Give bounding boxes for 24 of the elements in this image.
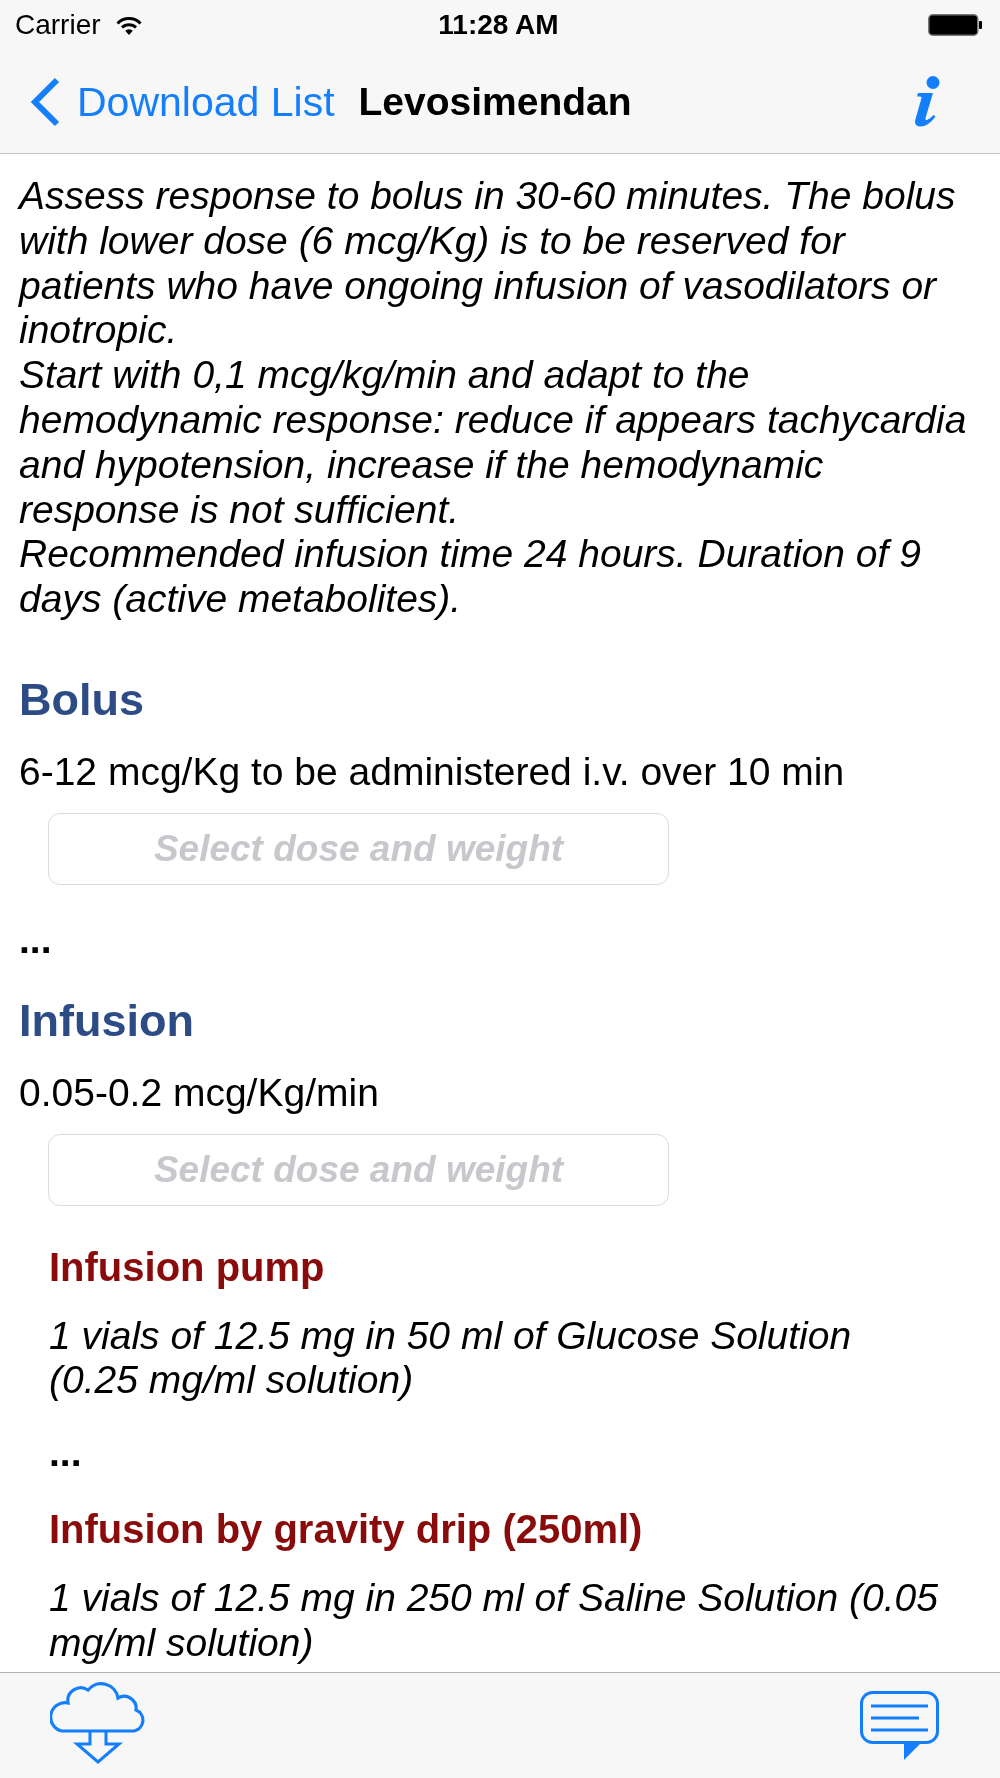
status-time: 11:28 AM: [438, 9, 559, 41]
preparation-text: 1 vials of 12.5 mg in 250 ml of Saline Solution (0.05 mg/ml solution): [49, 1576, 939, 1666]
preparation-heading: Infusion pump: [49, 1243, 326, 1290]
dose-weight-field[interactable]: Select dose and weight: [48, 812, 669, 885]
result-text: ...: [49, 1431, 83, 1476]
dose-range-text: 6-12 mcg/Kg to be administered i.v. over 10 min: [19, 749, 846, 795]
dose-range-text: 0.05-0.2 mcg/Kg/min: [19, 1070, 380, 1116]
wifi-icon: [115, 15, 142, 35]
result-text: ...: [19, 917, 53, 962]
carrier-label: Carrier: [15, 9, 101, 41]
section-heading: Infusion: [19, 994, 195, 1047]
cloud-download-icon[interactable]: [50, 1681, 147, 1765]
intro-paragraph: Recommended infusion time 24 hours. Duration of 9 days (active metabolites).: [19, 532, 922, 622]
intro-paragraph: Assess response to bolus in 30-60 minutes. The bolus with lower dose (6 mcg/Kg) is to be reserved for patients who have ongoing infusion of vasodilators or inotropic.: [19, 174, 957, 354]
chevron-left-icon: [29, 76, 61, 127]
intro-paragraph: Start with 0,1 mcg/kg/min and adapt to the hemodynamic response: reduce if appears tachycardia and hypotension, increase if the hemodynamic response is not sufficient.: [19, 353, 968, 533]
speech-bubble-icon[interactable]: [860, 1691, 939, 1761]
preparation-heading: Infusion by gravity drip (250ml): [49, 1506, 644, 1553]
section-heading: Bolus: [19, 673, 145, 726]
dose-weight-field[interactable]: Select dose and weight: [48, 1133, 669, 1206]
screen-title: Levosimendan: [358, 79, 632, 124]
battery-icon: [928, 14, 982, 36]
back-button[interactable]: Download List: [29, 76, 335, 127]
preparation-text: 1 vials of 12.5 mg in 50 ml of Glucose Solution (0.25 mg/ml solution): [49, 1313, 853, 1404]
